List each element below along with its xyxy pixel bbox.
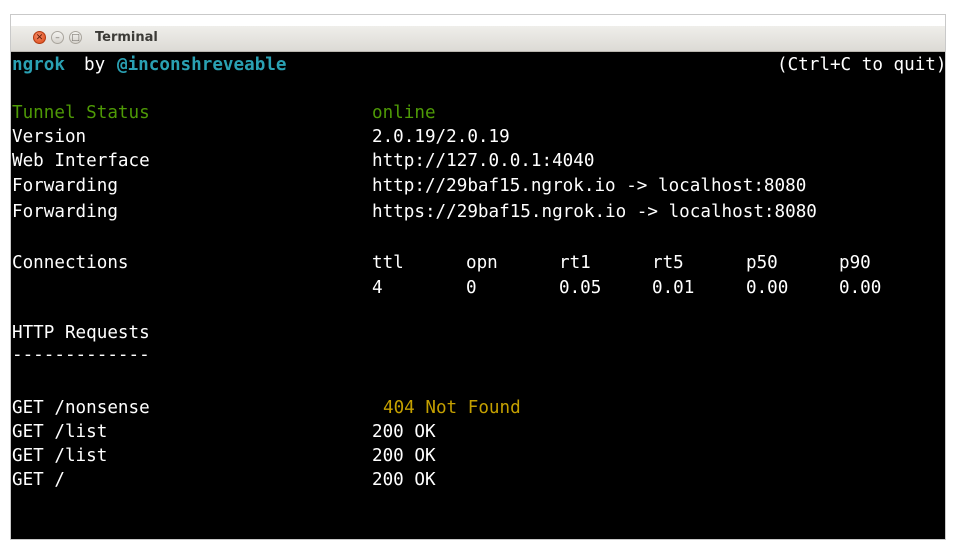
status-value-forwarding-https: https://29baf15.ngrok.io -> localhost:80… [372, 202, 817, 222]
connections-value-p90: 0.00 [839, 278, 882, 298]
connections-header-opn: opn [466, 253, 498, 273]
request-status: 200 OK [372, 470, 436, 490]
minimize-icon[interactable]: – [51, 31, 64, 44]
status-label-tunnel: Tunnel Status [12, 103, 150, 123]
connections-header-p50: p50 [746, 253, 778, 273]
window-title: Terminal [95, 30, 158, 45]
connections-header-ttl: ttl [372, 253, 404, 273]
quit-hint: (Ctrl+C to quit) [777, 55, 947, 75]
close-icon[interactable]: ✕ [33, 31, 46, 44]
status-label-forwarding-https: Forwarding [12, 202, 118, 222]
connections-value-rt5: 0.01 [652, 278, 695, 298]
maximize-icon[interactable]: □ [69, 31, 82, 44]
request-path: GET / [12, 470, 65, 490]
app-name: ngrok [12, 55, 65, 75]
connections-header-rt1: rt1 [559, 253, 591, 273]
status-value-version: 2.0.19/2.0.19 [372, 127, 510, 147]
connections-label: Connections [12, 253, 129, 273]
connections-value-p50: 0.00 [746, 278, 789, 298]
http-requests-title: HTTP Requests [12, 323, 150, 343]
window-titlebar[interactable]: ✕ – □ Terminal [11, 26, 945, 52]
status-label-forwarding-http: Forwarding [12, 176, 118, 196]
author-handle: @inconshreveable [117, 55, 287, 75]
status-value-web-interface: http://127.0.0.1:4040 [372, 151, 595, 171]
by-text: by [84, 55, 106, 75]
request-status: 404 Not Found [383, 398, 521, 418]
request-status: 200 OK [372, 446, 436, 466]
status-label-web-interface: Web Interface [12, 151, 150, 171]
connections-header-rt5: rt5 [652, 253, 684, 273]
connections-header-p90: p90 [839, 253, 871, 273]
terminal-output[interactable]: ngrok by @inconshreveable (Ctrl+C to qui… [11, 52, 947, 539]
request-path: GET /nonsense [12, 398, 150, 418]
http-requests-underline: ------------- [12, 345, 150, 365]
status-label-version: Version [12, 127, 87, 147]
connections-value-rt1: 0.05 [559, 278, 602, 298]
connections-value-ttl: 4 [372, 278, 383, 298]
request-path: GET /list [12, 446, 108, 466]
connections-value-opn: 0 [466, 278, 477, 298]
status-value-tunnel: online [372, 103, 436, 123]
request-status: 200 OK [372, 422, 436, 442]
request-path: GET /list [12, 422, 108, 442]
status-value-forwarding-http: http://29baf15.ngrok.io -> localhost:808… [372, 176, 807, 196]
